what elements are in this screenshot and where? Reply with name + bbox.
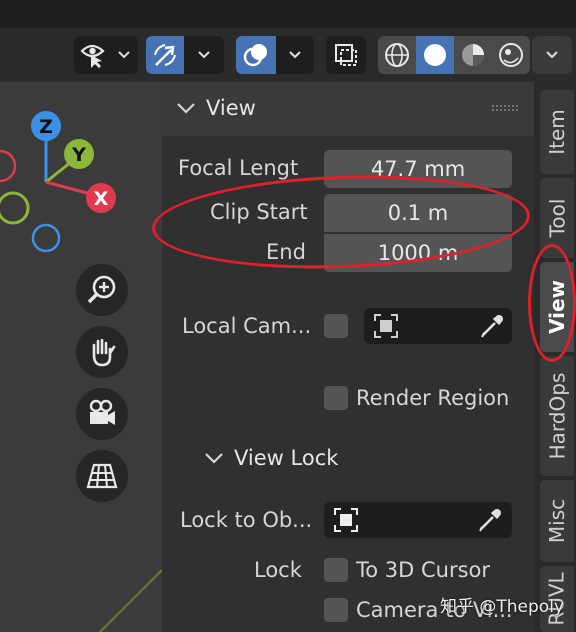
grid-icon [86, 463, 118, 489]
shading-options-dropdown[interactable] [532, 36, 572, 74]
eyedropper-icon[interactable] [476, 506, 504, 534]
zoom-icon [87, 275, 116, 304]
sidebar-view-panel: View Focal Lengt 47.7 mm Clip Start 0.1 … [162, 82, 534, 632]
eye-cursor-icon [74, 36, 114, 74]
wireframe-shading-icon[interactable] [378, 36, 416, 74]
tab-item-label: Item [545, 109, 569, 155]
gizmo-toggle-icon[interactable] [146, 36, 184, 74]
lock-label: Lock [254, 558, 302, 582]
zoom-button[interactable] [76, 264, 128, 316]
view-lock-subpanel-title[interactable]: View Lock [234, 446, 338, 470]
lock-to-3d-cursor-label: To 3D Cursor [356, 558, 491, 582]
camera-icon [89, 399, 115, 425]
local-camera-object-field[interactable] [364, 308, 512, 344]
xray-icon [326, 36, 366, 74]
local-camera-label: Local Cam... [182, 314, 312, 338]
lock-camera-to-view-checkbox[interactable] [324, 598, 348, 622]
render-region-label: Render Region [356, 386, 510, 410]
camera-object-icon [374, 314, 398, 338]
material-preview-icon[interactable] [454, 36, 492, 74]
chevron-down-icon [276, 36, 314, 74]
3d-viewport[interactable]: Z Y X [0, 82, 162, 632]
camera-view-button[interactable] [76, 388, 128, 440]
gizmo-y-label: Y [71, 144, 86, 166]
pan-button[interactable] [76, 326, 128, 378]
watermark: 知乎 @Thepoly [440, 597, 564, 617]
render-region-checkbox[interactable] [324, 386, 348, 410]
viewport-header-toolbar [0, 28, 576, 82]
eyedropper-icon[interactable] [478, 312, 506, 340]
lock-to-3d-cursor-checkbox[interactable] [324, 558, 348, 582]
xray-toggle-button[interactable] [326, 36, 366, 74]
chevron-down-icon [114, 36, 134, 74]
tab-hardops-label: HardOps [545, 372, 569, 460]
lock-to-object-label: Lock to Ob... [180, 508, 313, 532]
tab-item[interactable]: Item [540, 90, 574, 174]
tab-misc-label: Misc [545, 498, 570, 544]
shading-mode-group [378, 36, 530, 74]
visibility-dropdown[interactable] [74, 36, 138, 74]
focal-length-label: Focal Lengt [178, 156, 299, 180]
gizmo-z-label: Z [39, 116, 53, 138]
rendered-shading-icon[interactable] [492, 36, 530, 74]
local-camera-checkbox[interactable] [324, 314, 348, 338]
tab-misc[interactable]: Misc [540, 480, 574, 562]
tab-tool-label: Tool [545, 198, 570, 238]
overlays-dropdown[interactable] [236, 36, 314, 74]
overlays-toggle-icon[interactable] [236, 36, 276, 74]
gizmo-x-label: X [94, 188, 109, 210]
view-tab-highlight-ring [528, 244, 576, 362]
perspective-toggle-button[interactable] [76, 450, 128, 502]
object-icon [334, 508, 358, 532]
chevron-down-icon [177, 103, 195, 114]
hand-icon [92, 338, 116, 367]
chevron-down-icon [532, 36, 572, 74]
solid-shading-icon[interactable] [416, 36, 454, 74]
top-header-strip [0, 0, 576, 28]
drag-handle-icon[interactable] [492, 104, 518, 114]
gizmo-dropdown[interactable] [146, 36, 224, 74]
chevron-down-icon [184, 36, 224, 74]
view-panel-title: View [206, 96, 256, 120]
lock-to-object-field[interactable] [324, 502, 512, 538]
chevron-down-icon [205, 453, 223, 464]
tab-hardops[interactable]: HardOps [540, 356, 574, 476]
